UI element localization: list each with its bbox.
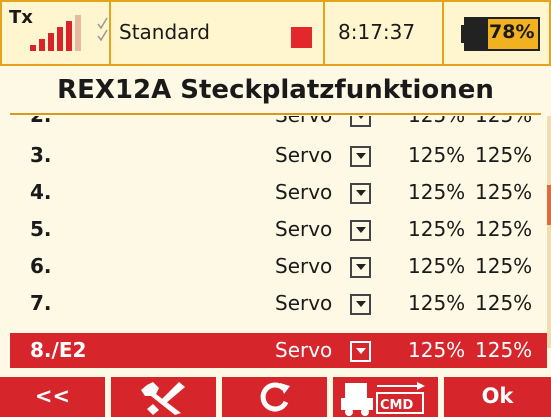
slot-value-min: 125% [408,291,466,315]
title-divider [10,113,541,115]
slot-function: Servo [275,338,333,362]
list-item[interactable]: 4. Servo 125% 125% [0,175,547,211]
back-button[interactable]: << [0,377,105,417]
dropdown-icon[interactable] [350,341,371,362]
slot-number: 3. [30,143,52,167]
battery-percent: 78% [489,21,535,43]
slot-function: Servo [275,291,333,315]
slot-value-min: 125% [408,116,465,127]
dropdown-icon[interactable] [350,257,371,278]
slot-number: 2. [30,116,52,127]
refresh-button[interactable] [222,377,327,417]
refresh-icon [260,382,290,412]
tx-signal-cell: Tx [0,0,111,66]
cmd-label: CMD [380,398,413,413]
slot-value-max: 125% [475,254,533,278]
page-title: REX12A Steckplatzfunktionen [57,75,494,105]
slot-value-min: 125% [408,217,466,241]
model-cell[interactable]: Standard [109,0,325,66]
slot-value-max: 125% [475,217,533,241]
transmitter-screen: Tx Standard 8:17:37 78% REX12A Steckplat… [0,0,551,417]
slot-number: 7. [30,291,52,315]
status-indicator-icon [291,27,312,48]
slot-function: Servo [275,180,333,204]
dropdown-icon[interactable] [350,220,371,241]
slot-number: 8./E2 [30,338,87,362]
dropdown-icon[interactable] [350,294,371,315]
tools-button[interactable] [111,377,216,417]
slot-number: 4. [30,180,52,204]
slot-function: Servo [275,217,333,241]
signal-strength-icon [30,15,81,51]
slot-value-min: 125% [408,338,466,362]
wrench-screwdriver-icon [141,382,185,415]
slot-value-max: 125% [475,143,533,167]
slot-value-min: 125% [408,143,466,167]
dropdown-icon[interactable] [350,146,371,167]
receiver-cmd-button[interactable]: CMD [333,377,438,417]
battery-cell: 78% [442,0,551,66]
slot-function: Servo [275,254,333,278]
list-item-selected[interactable]: 8./E2 Servo 125% 125% [10,333,547,368]
slot-function: Servo [275,143,333,167]
slot-number: 5. [30,217,52,241]
check-icon [97,17,108,42]
list-item[interactable]: 7. Servo 125% 125% [0,286,547,322]
model-name: Standard [119,20,210,44]
scrollbar-thumb[interactable] [547,185,551,225]
scrollbar[interactable] [547,116,551,348]
slot-function: Servo [275,116,332,127]
slot-number: 6. [30,254,52,278]
receiver-cmd-icon: CMD [341,382,425,416]
list-item[interactable]: 6. Servo 125% 125% [0,249,547,285]
time-cell: 8:17:37 [323,0,444,66]
clock-time: 8:17:37 [338,20,416,44]
back-label: << [34,384,71,408]
status-bar: Tx Standard 8:17:37 78% [0,0,551,68]
ok-label: Ok [481,384,514,408]
ok-button[interactable]: Ok [444,377,551,417]
list-item[interactable]: 3. Servo 125% 125% [0,138,547,174]
slot-value-max: 125% [475,180,533,204]
softkey-bar: << CMD Ok [0,377,551,417]
slot-value-max: 125% [475,116,532,127]
list-item[interactable]: 5. Servo 125% 125% [0,212,547,248]
slot-function-list: 2. Servo 125% 125% 3. Servo 125% 125% 4.… [0,116,551,376]
slot-value-max: 125% [475,338,533,362]
slot-value-min: 125% [408,180,466,204]
slot-value-max: 125% [475,291,533,315]
dropdown-icon[interactable] [350,116,371,127]
slot-value-min: 125% [408,254,466,278]
list-item[interactable]: 2. Servo 125% 125% [0,116,547,134]
dropdown-icon[interactable] [350,183,371,204]
